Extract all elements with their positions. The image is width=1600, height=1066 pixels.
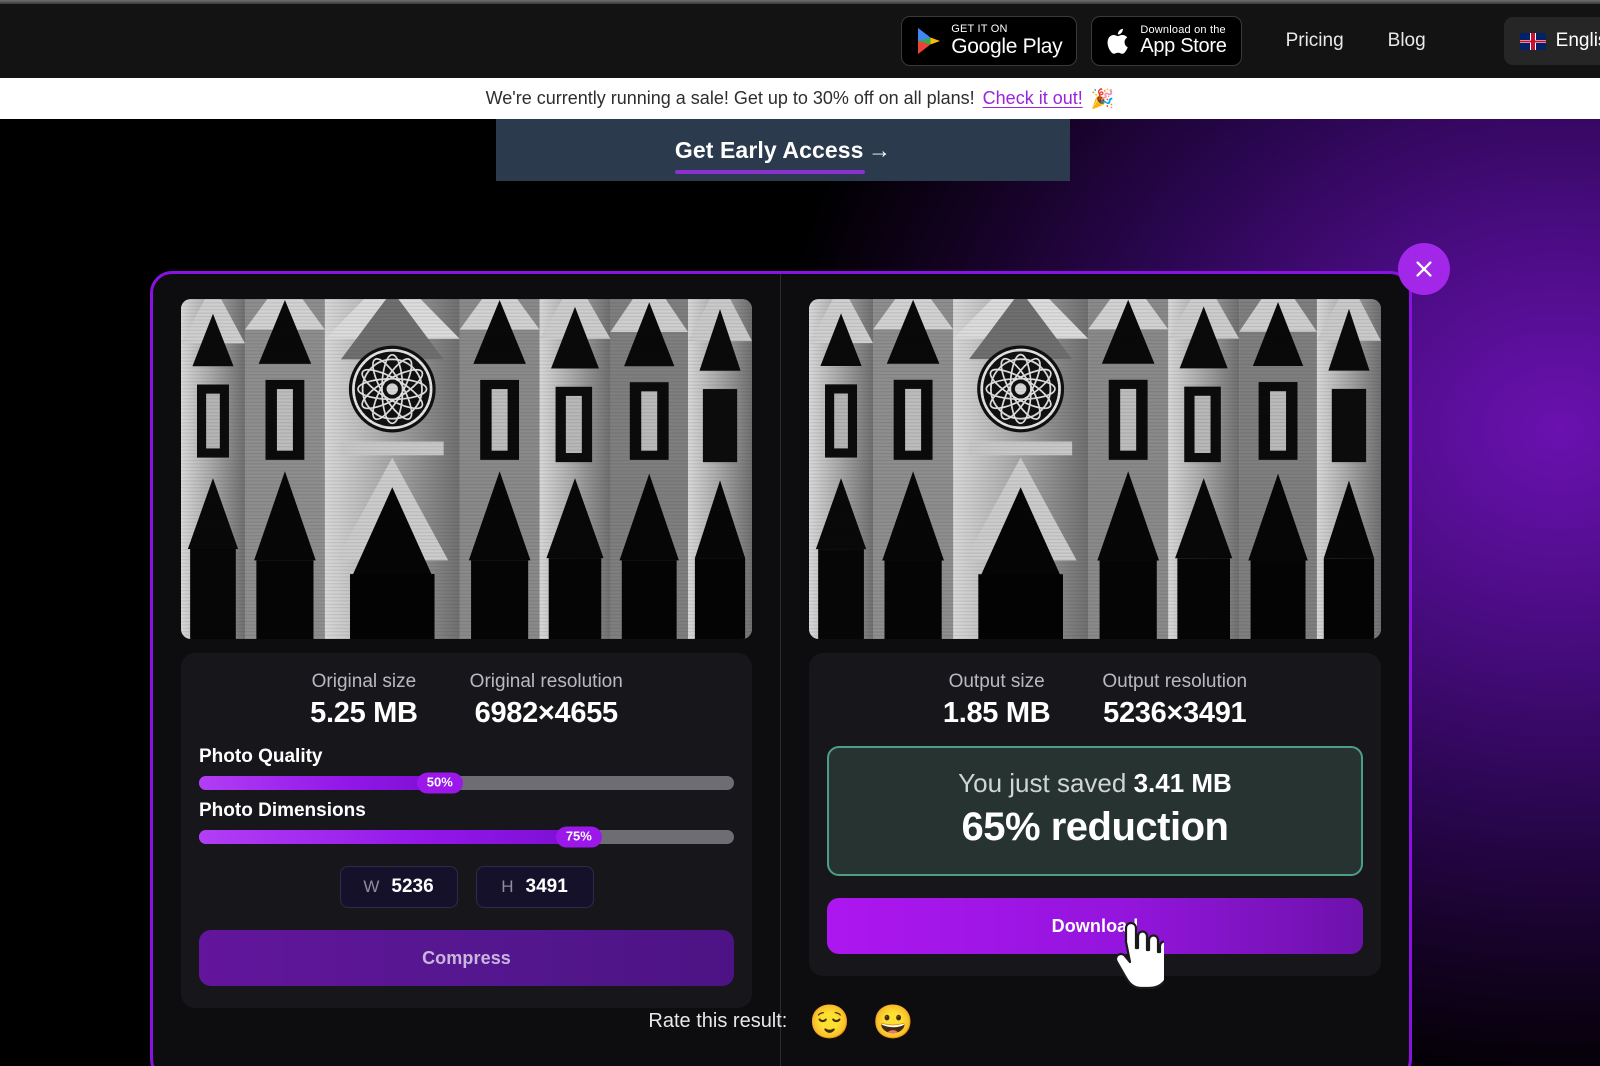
rate-happy-emoji-button[interactable]: 😀: [872, 1005, 913, 1038]
width-value: 5236: [391, 876, 434, 897]
output-size-stat: Output size 1.85 MB: [943, 671, 1051, 730]
close-x-glyph: [1416, 261, 1432, 277]
original-resolution-stat: Original resolution 6982×4655: [470, 671, 623, 730]
reduction-percentage: 65% reduction: [961, 805, 1229, 849]
photo-dimensions-slider-fill: [199, 830, 579, 844]
photo-quality-slider-fill: [199, 776, 440, 790]
sale-banner-link[interactable]: Check it out!: [983, 88, 1083, 109]
download-button[interactable]: Download: [827, 898, 1363, 954]
photo-quality-label: Photo Quality: [199, 746, 323, 767]
photo-dimensions-slider[interactable]: 75%: [199, 826, 734, 848]
output-stats-row: Output size 1.85 MB Output resolution 52…: [827, 671, 1363, 730]
original-stats-card: Original size 5.25 MB Original resolutio…: [181, 653, 752, 1008]
original-panel: Original size 5.25 MB Original resolutio…: [153, 274, 781, 1066]
photo-dimensions-slider-knob[interactable]: 75%: [555, 826, 602, 848]
original-resolution-value: 6982×4655: [474, 697, 619, 729]
height-input[interactable]: H 3491: [475, 866, 594, 908]
output-resolution-label: Output resolution: [1102, 671, 1248, 692]
dimension-inputs: W 5236 H 3491: [199, 866, 734, 908]
original-resolution-label: Original resolution: [469, 671, 623, 692]
output-size-value: 1.85 MB: [942, 697, 1051, 729]
original-image-thumbnail: [181, 299, 752, 639]
width-input[interactable]: W 5236: [339, 866, 458, 908]
photo-dimensions-label: Photo Dimensions: [199, 800, 366, 821]
photo-quality-slider[interactable]: 50%: [199, 772, 734, 794]
google-play-icon: [918, 28, 941, 54]
sale-banner-text: We're currently running a sale! Get up t…: [485, 88, 975, 108]
savings-amount-line: You just saved 3.41 MB: [839, 768, 1351, 799]
site-header: GET IT ON Google Play Download on the Ap…: [0, 4, 1600, 78]
nav-item-pricing[interactable]: Pricing: [1286, 30, 1344, 52]
output-resolution-value: 5236×3491: [1103, 697, 1247, 729]
original-size-value: 5.25 MB: [310, 697, 418, 729]
modal-body: Original size 5.25 MB Original resolutio…: [153, 274, 1409, 1066]
early-access-link[interactable]: Get Early Access →: [674, 136, 892, 174]
early-access-bar: Get Early Access →: [496, 119, 1070, 181]
early-access-arrow-icon: →: [868, 136, 892, 163]
google-play-badge-main: Google Play: [951, 34, 1063, 58]
language-selector[interactable]: English: [1503, 17, 1600, 65]
early-access-underline: [674, 169, 866, 174]
rate-sad-emoji-button[interactable]: 😌: [809, 1005, 850, 1038]
rate-result-row: Rate this result: 😌 😀: [153, 1005, 1409, 1038]
output-size-label: Output size: [948, 671, 1045, 692]
output-image-thumbnail: [809, 299, 1381, 639]
rate-result-label: Rate this result:: [648, 1010, 788, 1032]
early-access-label: Get Early Access: [674, 136, 864, 163]
sale-banner: We're currently running a sale! Get up t…: [0, 78, 1600, 119]
google-play-badge[interactable]: GET IT ON Google Play: [901, 16, 1078, 66]
cathedral-facade-image-output: [809, 299, 1381, 639]
uk-flag-icon: [1519, 32, 1546, 50]
app-store-badge-main: App Store: [1140, 35, 1227, 58]
original-size-stat: Original size 5.25 MB: [310, 671, 418, 730]
savings-prefix: You just saved: [958, 768, 1134, 798]
close-icon[interactable]: [1398, 243, 1450, 295]
savings-amount: 3.41 MB: [1133, 768, 1232, 798]
original-size-label: Original size: [311, 671, 417, 692]
page-root: GET IT ON Google Play Download on the Ap…: [0, 0, 1600, 1066]
photo-quality-slider-knob[interactable]: 50%: [416, 772, 463, 794]
original-stats-row: Original size 5.25 MB Original resolutio…: [199, 671, 734, 730]
compression-result-modal: Original size 5.25 MB Original resolutio…: [150, 243, 1450, 1066]
app-store-badge[interactable]: Download on the App Store: [1091, 16, 1242, 66]
compress-button[interactable]: Compress: [199, 930, 734, 986]
nav-item-blog[interactable]: Blog: [1388, 30, 1426, 52]
output-stats-card: Output size 1.85 MB Output resolution 52…: [809, 653, 1381, 976]
output-resolution-stat: Output resolution 5236×3491: [1102, 671, 1247, 730]
party-popper-icon: 🎉: [1090, 88, 1115, 110]
apple-icon: [1107, 28, 1129, 54]
language-selector-label: English: [1555, 30, 1600, 51]
output-panel: Output size 1.85 MB Output resolution 52…: [781, 274, 1409, 1066]
cathedral-facade-image: [181, 299, 752, 639]
savings-summary-box: You just saved 3.41 MB 65% reduction: [827, 746, 1363, 876]
height-value: 3491: [525, 876, 568, 897]
height-label: H: [501, 877, 514, 896]
width-label: W: [363, 877, 380, 896]
